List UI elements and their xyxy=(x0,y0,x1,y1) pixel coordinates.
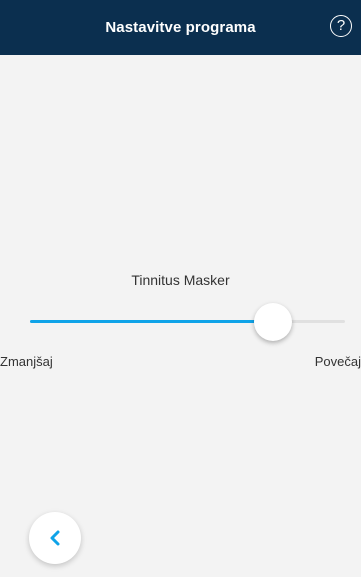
header-bar: Nastavitve programa ? xyxy=(0,0,361,55)
tinnitus-masker-slider[interactable] xyxy=(30,302,345,342)
question-circle-icon: ? xyxy=(336,17,346,34)
help-button[interactable]: ? xyxy=(330,15,352,37)
page-title: Nastavitve programa xyxy=(105,19,256,36)
decrease-label: Zmanjšaj xyxy=(0,354,53,369)
back-button[interactable] xyxy=(29,512,81,564)
chevron-left-icon xyxy=(50,530,60,546)
slider-label: Tinnitus Masker xyxy=(131,272,230,288)
slider-thumb[interactable] xyxy=(253,303,292,341)
increase-label: Povečaj xyxy=(314,354,361,369)
slider-fill xyxy=(30,320,273,323)
